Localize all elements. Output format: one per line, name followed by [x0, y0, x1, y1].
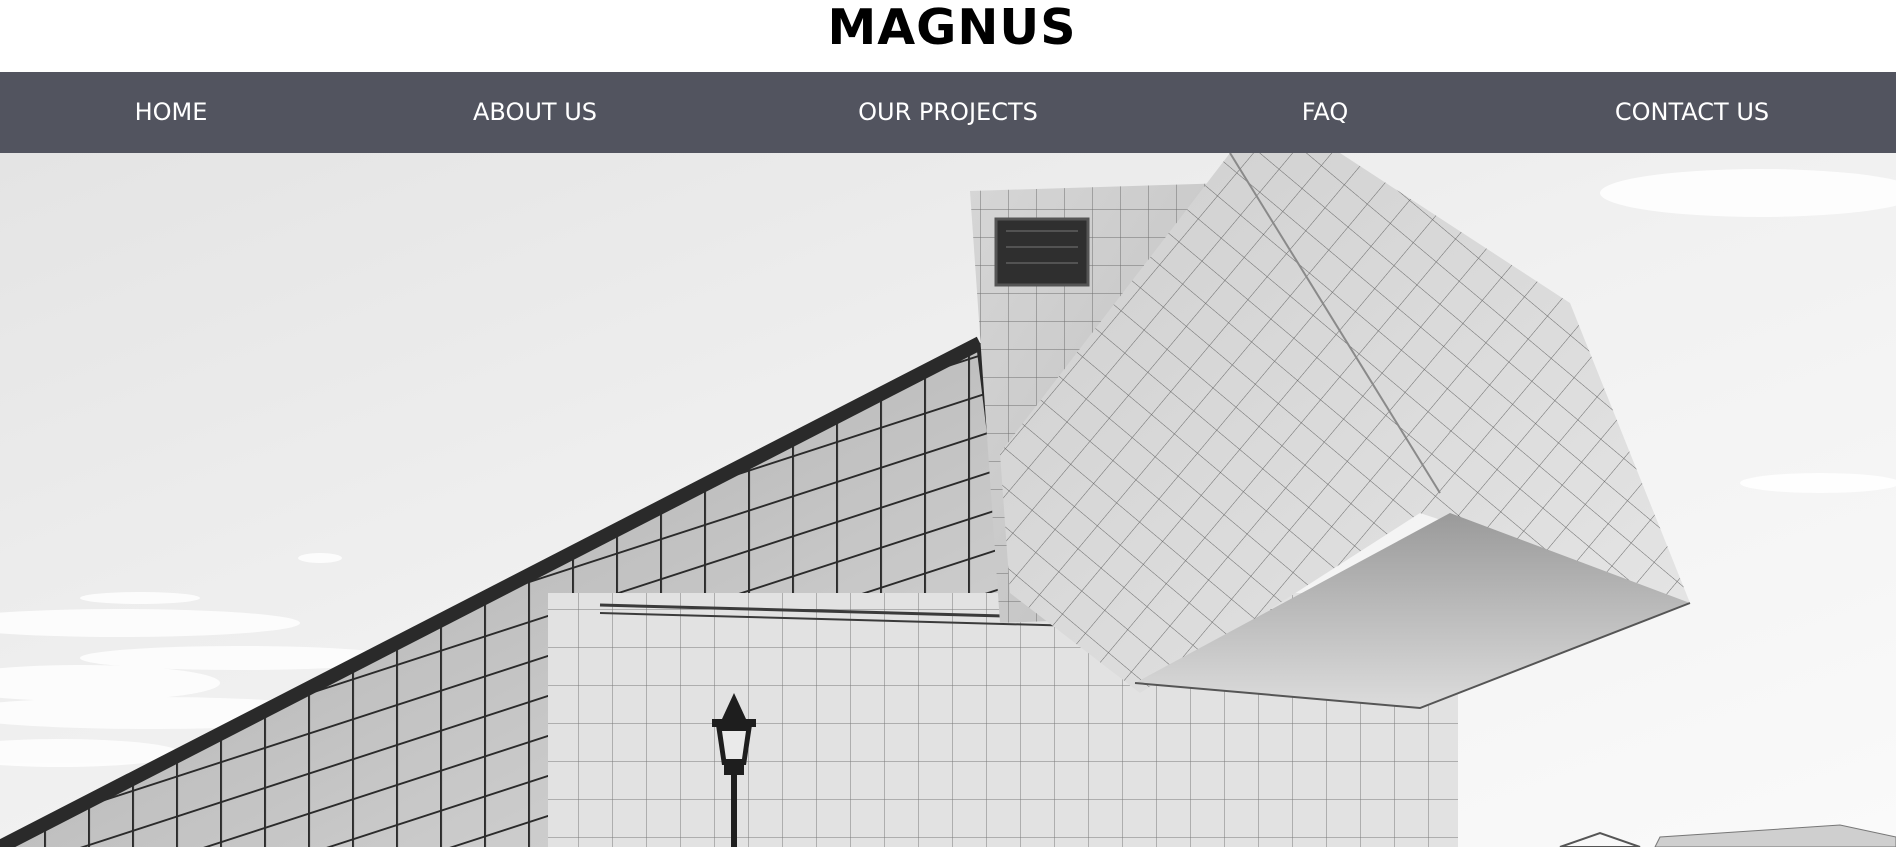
site-header: MAGNUS [0, 0, 1896, 72]
nav-link-faq[interactable]: FAQ [1302, 72, 1349, 153]
nav-link-our-projects[interactable]: OUR PROJECTS [858, 72, 1038, 153]
main-navbar: HOME ABOUT US OUR PROJECTS FAQ CONTACT U… [0, 72, 1896, 153]
nav-link-home[interactable]: HOME [135, 72, 208, 153]
hero-banner [0, 153, 1896, 847]
hero-building-image [0, 153, 1896, 847]
brand-logo-text[interactable]: MAGNUS [828, 0, 1077, 56]
nav-link-contact-us[interactable]: CONTACT US [1615, 72, 1769, 153]
nav-link-about-us[interactable]: ABOUT US [473, 72, 597, 153]
